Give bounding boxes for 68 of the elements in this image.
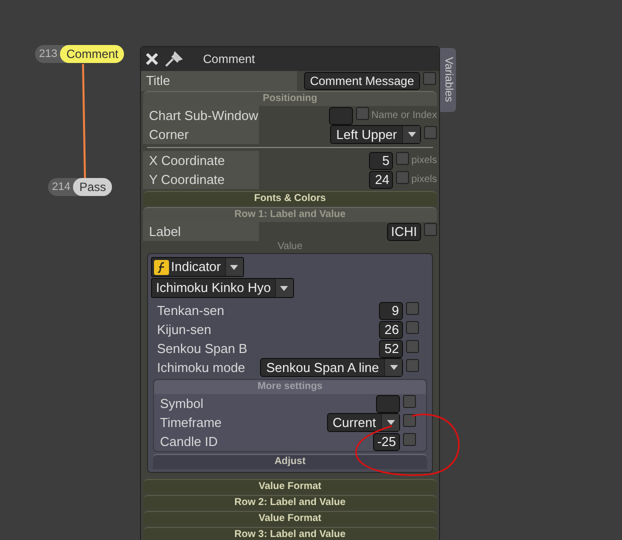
- section-header[interactable]: Row 3: Label and Value: [143, 527, 437, 540]
- checkbox[interactable]: [403, 414, 416, 426]
- dropdown-button[interactable]: [224, 258, 243, 276]
- field-label: Kijun-sen: [157, 320, 212, 339]
- flow-node[interactable]: Comment: [60, 45, 124, 63]
- pin-icon[interactable]: [165, 51, 183, 67]
- function-icon: [154, 260, 169, 274]
- checkbox[interactable]: [406, 358, 419, 372]
- caret-icon: [280, 286, 288, 290]
- input-field[interactable]: 24: [369, 170, 394, 188]
- checkbox[interactable]: [406, 320, 419, 334]
- field-label: Label: [149, 222, 181, 241]
- field-label: Title: [146, 72, 170, 90]
- field-label: Ichimoku mode: [157, 358, 246, 377]
- unit-label: Name or Index: [371, 109, 437, 123]
- field-label: Corner: [149, 126, 189, 144]
- input-field[interactable]: 9: [379, 302, 403, 320]
- field-label: Symbol: [160, 394, 204, 413]
- caret-icon: [390, 365, 398, 370]
- dropdown-button[interactable]: [274, 279, 293, 297]
- checkbox[interactable]: [403, 432, 416, 446]
- checkbox[interactable]: [356, 106, 370, 120]
- checkbox[interactable]: [396, 152, 410, 164]
- flow-node[interactable]: Pass: [73, 178, 112, 196]
- field-label: X Coordinate: [149, 152, 225, 170]
- dropdown-button[interactable]: [402, 126, 420, 143]
- checkbox[interactable]: [423, 72, 436, 85]
- unit-label: pixels: [411, 173, 437, 187]
- field-label: Timeframe: [160, 414, 222, 432]
- input-field[interactable]: Comment Message: [304, 72, 420, 90]
- checkbox[interactable]: [396, 170, 410, 184]
- field-label: Candle ID: [160, 432, 218, 451]
- checkbox[interactable]: [403, 394, 416, 408]
- field-label: Y Coordinate: [149, 170, 225, 189]
- caret-icon: [386, 420, 394, 425]
- dropdown-button[interactable]: [381, 414, 399, 431]
- section-header[interactable]: Value Format: [143, 511, 437, 526]
- dropdown[interactable]: Senkou Span A line: [260, 358, 403, 377]
- caret-icon: [230, 264, 238, 270]
- adjust-button[interactable]: Adjust: [153, 454, 427, 469]
- section-header[interactable]: Row 2: Label and Value: [143, 495, 437, 510]
- value-caption: Value: [276, 241, 304, 252]
- close-icon[interactable]: [145, 52, 159, 66]
- checkbox[interactable]: [406, 340, 419, 352]
- section-header[interactable]: Fonts & Colors: [143, 191, 437, 206]
- input-field[interactable]: 5: [369, 152, 394, 170]
- dropdown-button[interactable]: [384, 359, 402, 376]
- input-field[interactable]: [329, 106, 354, 124]
- caret-icon: [408, 132, 416, 137]
- dropdown[interactable]: Left Upper: [330, 125, 421, 144]
- section-header[interactable]: Value Format: [143, 479, 437, 494]
- checkbox[interactable]: [406, 302, 419, 314]
- dropdown[interactable]: Indicator: [151, 257, 244, 277]
- side-tab[interactable]: Variables: [440, 48, 456, 112]
- input-field[interactable]: [376, 394, 400, 412]
- input-field[interactable]: 26: [379, 320, 403, 338]
- dropdown[interactable]: Current: [326, 413, 400, 432]
- checkbox[interactable]: [424, 126, 437, 138]
- unit-label: pixels: [411, 154, 437, 168]
- field-label: Senkou Span B: [157, 340, 248, 358]
- input-field[interactable]: ICHI: [387, 222, 421, 240]
- panel-title: Comment: [203, 51, 256, 68]
- dropdown[interactable]: Ichimoku Kinko Hyo: [151, 278, 294, 298]
- input-field[interactable]: 52: [379, 340, 403, 358]
- field-label: Tenkan-sen: [157, 302, 224, 320]
- checkbox[interactable]: [424, 222, 437, 236]
- input-field[interactable]: -25: [373, 432, 400, 450]
- field-label: Chart Sub-Window: [149, 106, 258, 125]
